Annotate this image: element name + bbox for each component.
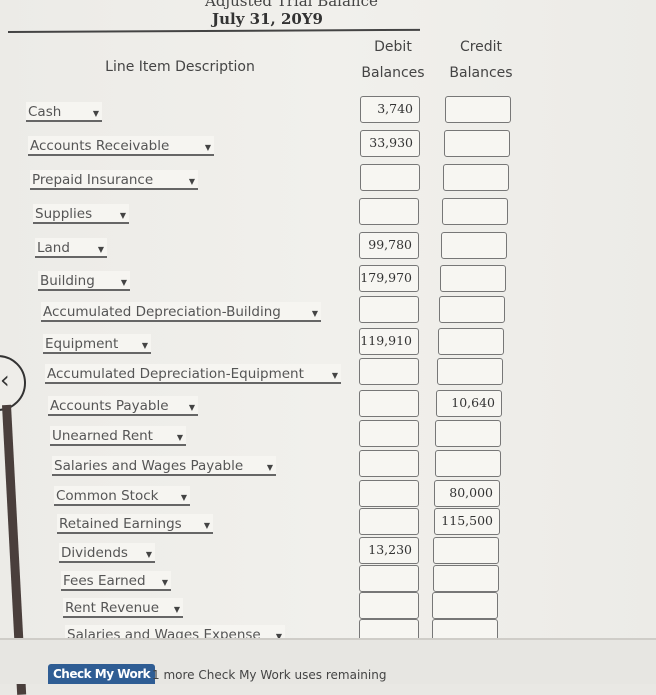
account-select[interactable]: Rent Revenue ▼ [63, 598, 183, 618]
account-label: Unearned Rent [52, 428, 153, 444]
credit-input[interactable] [439, 296, 505, 323]
chevron-down-icon: ▼ [203, 521, 210, 530]
chevron-down-icon: ▼ [331, 371, 338, 380]
chevron-down-icon: ▼ [204, 143, 211, 152]
credit-input[interactable] [441, 232, 507, 259]
col-debit-header-1: Debit [374, 39, 412, 55]
check-my-work-button[interactable]: Check My Work [48, 664, 156, 684]
debit-input[interactable] [359, 480, 419, 507]
remaining-uses-text: 1 more Check My Work uses remaining [152, 668, 387, 682]
account-label: Accounts Receivable [30, 138, 170, 154]
debit-input[interactable] [359, 450, 419, 477]
debit-input[interactable] [360, 164, 420, 191]
account-label: Land [37, 240, 70, 256]
col-credit-header-2: Balances [449, 65, 513, 81]
credit-input[interactable] [437, 358, 503, 385]
debit-input[interactable]: 3,740 [360, 96, 420, 123]
account-select[interactable]: Accounts Payable ▼ [48, 396, 198, 416]
account-label: Equipment [45, 336, 119, 352]
credit-input[interactable] [432, 592, 498, 619]
statement-date: July 31, 20Y9 [212, 10, 323, 28]
account-select[interactable]: Fees Earned ▼ [61, 571, 171, 591]
account-label: Accounts Payable [50, 398, 169, 414]
account-select[interactable]: Prepaid Insurance ▼ [30, 170, 198, 190]
chevron-down-icon: ▼ [188, 177, 195, 186]
col-description-header: Line Item Description [105, 59, 255, 75]
account-select[interactable]: Cash ▼ [26, 102, 102, 122]
debit-input[interactable]: 99,780 [359, 232, 419, 259]
account-select[interactable]: Common Stock ▼ [54, 486, 190, 506]
account-label: Dividends [61, 545, 128, 561]
credit-input[interactable] [442, 198, 508, 225]
chevron-down-icon: ▼ [311, 309, 318, 318]
worksheet-panel: Adjusted Trial Balance July 31, 20Y9 Lin… [0, 0, 656, 695]
debit-input[interactable] [359, 508, 419, 535]
account-label: Prepaid Insurance [32, 172, 154, 188]
chevron-down-icon: ▼ [180, 493, 187, 502]
chevron-down-icon: ▼ [145, 550, 152, 559]
account-label: Accumulated Depreciation-Equipment [47, 366, 304, 382]
account-select[interactable]: Retained Earnings ▼ [57, 514, 213, 534]
debit-input[interactable] [359, 420, 419, 447]
account-label: Fees Earned [63, 573, 146, 589]
debit-input[interactable]: 13,230 [359, 537, 419, 564]
chevron-down-icon: ▼ [141, 341, 148, 350]
credit-input[interactable] [433, 537, 499, 564]
debit-input[interactable]: 33,930 [360, 130, 420, 157]
account-select[interactable]: Dividends ▼ [59, 543, 155, 563]
debit-input[interactable] [359, 390, 419, 417]
credit-input[interactable] [444, 130, 510, 157]
credit-input[interactable]: 115,500 [434, 508, 500, 535]
credit-input[interactable]: 80,000 [434, 480, 500, 507]
account-select[interactable]: Supplies ▼ [33, 204, 129, 224]
account-select[interactable]: Accumulated Depreciation-Building ▼ [41, 302, 321, 322]
credit-input[interactable] [445, 96, 511, 123]
account-label: Salaries and Wages Payable [54, 458, 244, 474]
chevron-down-icon: ▼ [188, 403, 195, 412]
chevron-down-icon: ▼ [161, 578, 168, 587]
account-select[interactable]: Unearned Rent ▼ [50, 426, 186, 446]
credit-input[interactable] [435, 420, 501, 447]
account-label: Accumulated Depreciation-Building [43, 304, 281, 320]
debit-input[interactable] [359, 565, 419, 592]
account-select[interactable]: Accumulated Depreciation-Equipment ▼ [45, 364, 341, 384]
statement-title: Adjusted Trial Balance [205, 0, 378, 10]
credit-input[interactable] [435, 450, 501, 477]
debit-input[interactable]: 179,970 [359, 265, 419, 292]
chevron-down-icon: ▼ [173, 605, 180, 614]
account-label: Cash [28, 104, 62, 120]
account-select[interactable]: Equipment ▼ [43, 334, 151, 354]
credit-input[interactable] [440, 265, 506, 292]
chevron-down-icon: ▼ [97, 245, 104, 254]
chevron-down-icon: ▼ [120, 278, 127, 287]
chevron-down-icon: ▼ [119, 211, 126, 220]
col-credit-header-1: Credit [459, 39, 503, 55]
account-label: Rent Revenue [65, 600, 160, 616]
debit-input[interactable]: 119,910 [359, 328, 419, 355]
credit-input[interactable] [443, 164, 509, 191]
credit-input[interactable] [433, 565, 499, 592]
credit-input[interactable]: 10,640 [436, 390, 502, 417]
debit-input[interactable] [359, 296, 419, 323]
account-select[interactable]: Land ▼ [35, 238, 107, 258]
chevron-left-icon[interactable]: ‹ [0, 366, 10, 394]
debit-input[interactable] [359, 358, 419, 385]
header-divider [7, 28, 420, 33]
account-label: Common Stock [56, 488, 159, 504]
account-label: Building [40, 273, 95, 289]
chevron-down-icon: ▼ [176, 433, 183, 442]
debit-input[interactable] [359, 198, 419, 225]
debit-input[interactable] [359, 592, 419, 619]
col-debit-header-2: Balances [361, 65, 425, 81]
credit-input[interactable] [438, 328, 504, 355]
account-select[interactable]: Salaries and Wages Payable ▼ [52, 456, 276, 476]
account-label: Supplies [35, 206, 93, 222]
account-label: Retained Earnings [59, 516, 182, 532]
account-select[interactable]: Building ▼ [38, 271, 130, 291]
chevron-down-icon: ▼ [266, 463, 273, 472]
account-select[interactable]: Accounts Receivable ▼ [28, 136, 214, 156]
chevron-down-icon: ▼ [92, 109, 99, 118]
